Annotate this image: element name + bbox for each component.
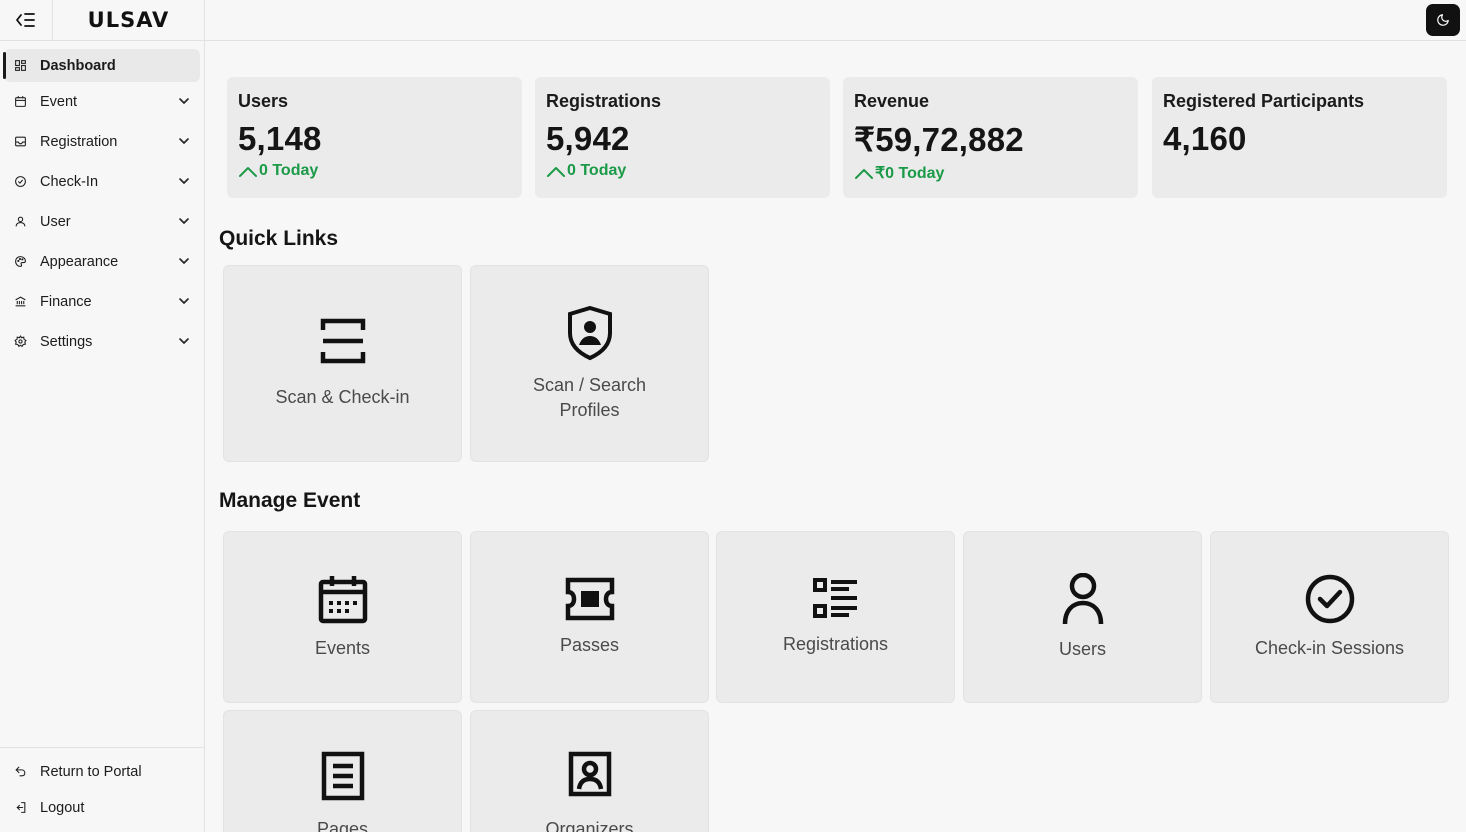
manage-passes-tile[interactable]: Passes xyxy=(470,531,709,703)
stat-title: Registrations xyxy=(546,91,662,111)
top-bar: ULSAV xyxy=(0,0,1466,41)
chevron-down-icon xyxy=(179,298,189,304)
stat-today: 0 Today xyxy=(238,162,511,180)
manage-check-in-sessions-tile[interactable]: Check-in Sessions xyxy=(1210,531,1449,703)
sidebar-item-event[interactable]: Event xyxy=(4,85,200,118)
stat-value: 5,148 xyxy=(238,120,322,157)
chevron-down-icon xyxy=(179,258,189,264)
tile-label: Events xyxy=(314,637,371,658)
sidebar-item-appearance[interactable]: Appearance xyxy=(4,245,200,278)
user-icon xyxy=(13,215,27,229)
sidebar-item-settings[interactable]: Settings xyxy=(4,325,200,358)
bank-icon xyxy=(13,295,27,309)
sidebar-item-label: Appearance xyxy=(40,253,119,270)
manage-organizers-tile[interactable]: Organizers xyxy=(470,710,709,832)
sidebar: Dashboard Event Registration Check-In Us… xyxy=(0,41,205,832)
stat-today: ₹0 Today xyxy=(854,163,1127,183)
logout-label: Logout xyxy=(40,799,85,816)
stat-value: 5,942 xyxy=(546,120,630,157)
trend-up-icon xyxy=(547,167,565,177)
return-to-portal-label: Return to Portal xyxy=(40,763,142,780)
stat-value: ₹59,72,882 xyxy=(854,121,1024,158)
check-circle-icon xyxy=(13,175,27,189)
chevron-down-icon xyxy=(179,218,189,224)
document-icon xyxy=(321,751,365,801)
tile-label: Check-in Sessions xyxy=(1254,637,1405,658)
tile-label: Organizers xyxy=(545,819,634,832)
inbox-icon xyxy=(13,135,27,149)
collapse-sidebar-button[interactable] xyxy=(8,4,42,36)
tile-label: Scan & Check-in xyxy=(275,387,410,407)
stat-today-value: 0 Today xyxy=(567,162,627,179)
sidebar-item-finance[interactable]: Finance xyxy=(4,285,200,318)
stat-card-users: Users 5,148 0 Today xyxy=(227,77,522,198)
tile-label: Users xyxy=(1058,638,1106,659)
stat-title: Revenue xyxy=(854,91,930,111)
stat-card-registrations: Registrations 5,942 0 Today xyxy=(535,77,830,198)
grid-icon xyxy=(13,59,27,73)
check-circle-icon xyxy=(1305,574,1355,624)
quick-link-scan-search-profiles[interactable]: Scan / Search Profiles xyxy=(470,265,709,462)
sidebar-item-label: Finance xyxy=(40,293,92,310)
manage-pages-tile[interactable]: Pages xyxy=(223,710,462,832)
main-content: Users 5,148 0 Today Registrations 5,942 … xyxy=(205,41,1466,832)
logout-icon xyxy=(13,801,27,815)
moon-icon xyxy=(1437,14,1449,26)
shield-user-icon xyxy=(566,305,614,361)
sidebar-item-label: Registration xyxy=(40,133,118,150)
undo-icon xyxy=(13,765,27,779)
sidebar-item-label: Settings xyxy=(40,333,93,350)
tile-label: Registrations xyxy=(782,633,889,654)
tile-label: Pages xyxy=(316,819,369,832)
manage-event-title: Manage Event xyxy=(219,489,361,512)
sidebar-item-label: Event xyxy=(40,93,78,110)
chevron-down-icon xyxy=(179,338,189,344)
stat-today: 0 Today xyxy=(546,162,819,180)
manage-users-tile[interactable]: Users xyxy=(963,531,1202,703)
calendar-icon xyxy=(318,574,368,624)
return-to-portal-link[interactable]: Return to Portal xyxy=(4,755,200,788)
trend-up-icon xyxy=(855,169,873,179)
logout-button[interactable]: Logout xyxy=(4,791,200,824)
palette-icon xyxy=(13,255,27,269)
chevron-down-icon xyxy=(179,138,189,144)
contact-icon xyxy=(568,751,612,797)
stat-title: Users xyxy=(238,91,289,111)
scan-icon xyxy=(319,317,367,365)
calendar-icon xyxy=(13,95,27,109)
theme-toggle-button[interactable] xyxy=(1426,4,1460,36)
manage-events-tile[interactable]: Events xyxy=(223,531,462,703)
sidebar-item-dashboard[interactable]: Dashboard xyxy=(3,49,200,82)
chevron-down-icon xyxy=(179,178,189,184)
manage-registrations-tile[interactable]: Registrations xyxy=(716,531,955,703)
sidebar-item-label: Check-In xyxy=(40,173,99,190)
sidebar-item-label: User xyxy=(40,213,71,230)
stat-today-value: ₹0 Today xyxy=(875,165,945,182)
ticket-icon xyxy=(565,577,615,621)
logo-area: ULSAV xyxy=(52,0,205,40)
tile-label: Passes xyxy=(559,634,620,655)
sidebar-item-check-in[interactable]: Check-In xyxy=(4,165,200,198)
quick-links-title: Quick Links xyxy=(219,227,339,250)
stat-value: 4,160 xyxy=(1163,120,1247,157)
trend-up-icon xyxy=(239,167,257,177)
chevron-down-icon xyxy=(179,98,189,104)
sidebar-item-user[interactable]: User xyxy=(4,205,200,238)
gear-icon xyxy=(13,335,27,349)
logo: ULSAV xyxy=(87,8,170,32)
sidebar-item-label: Dashboard xyxy=(40,57,116,74)
list-icon xyxy=(812,577,859,620)
stat-card-registered-participants: Registered Participants 4,160 xyxy=(1152,77,1447,198)
stat-today-value: 0 Today xyxy=(259,162,319,179)
user-icon xyxy=(1062,572,1104,625)
collapse-menu-icon xyxy=(16,13,35,27)
sidebar-item-registration[interactable]: Registration xyxy=(4,125,200,158)
sidebar-divider xyxy=(0,747,204,748)
quick-link-scan-check-in[interactable]: Scan & Check-in xyxy=(223,265,462,462)
stat-title: Registered Participants xyxy=(1163,91,1365,111)
stat-card-revenue: Revenue ₹59,72,882 ₹0 Today xyxy=(843,77,1138,198)
tile-label: Scan / Search Profiles xyxy=(532,374,647,420)
